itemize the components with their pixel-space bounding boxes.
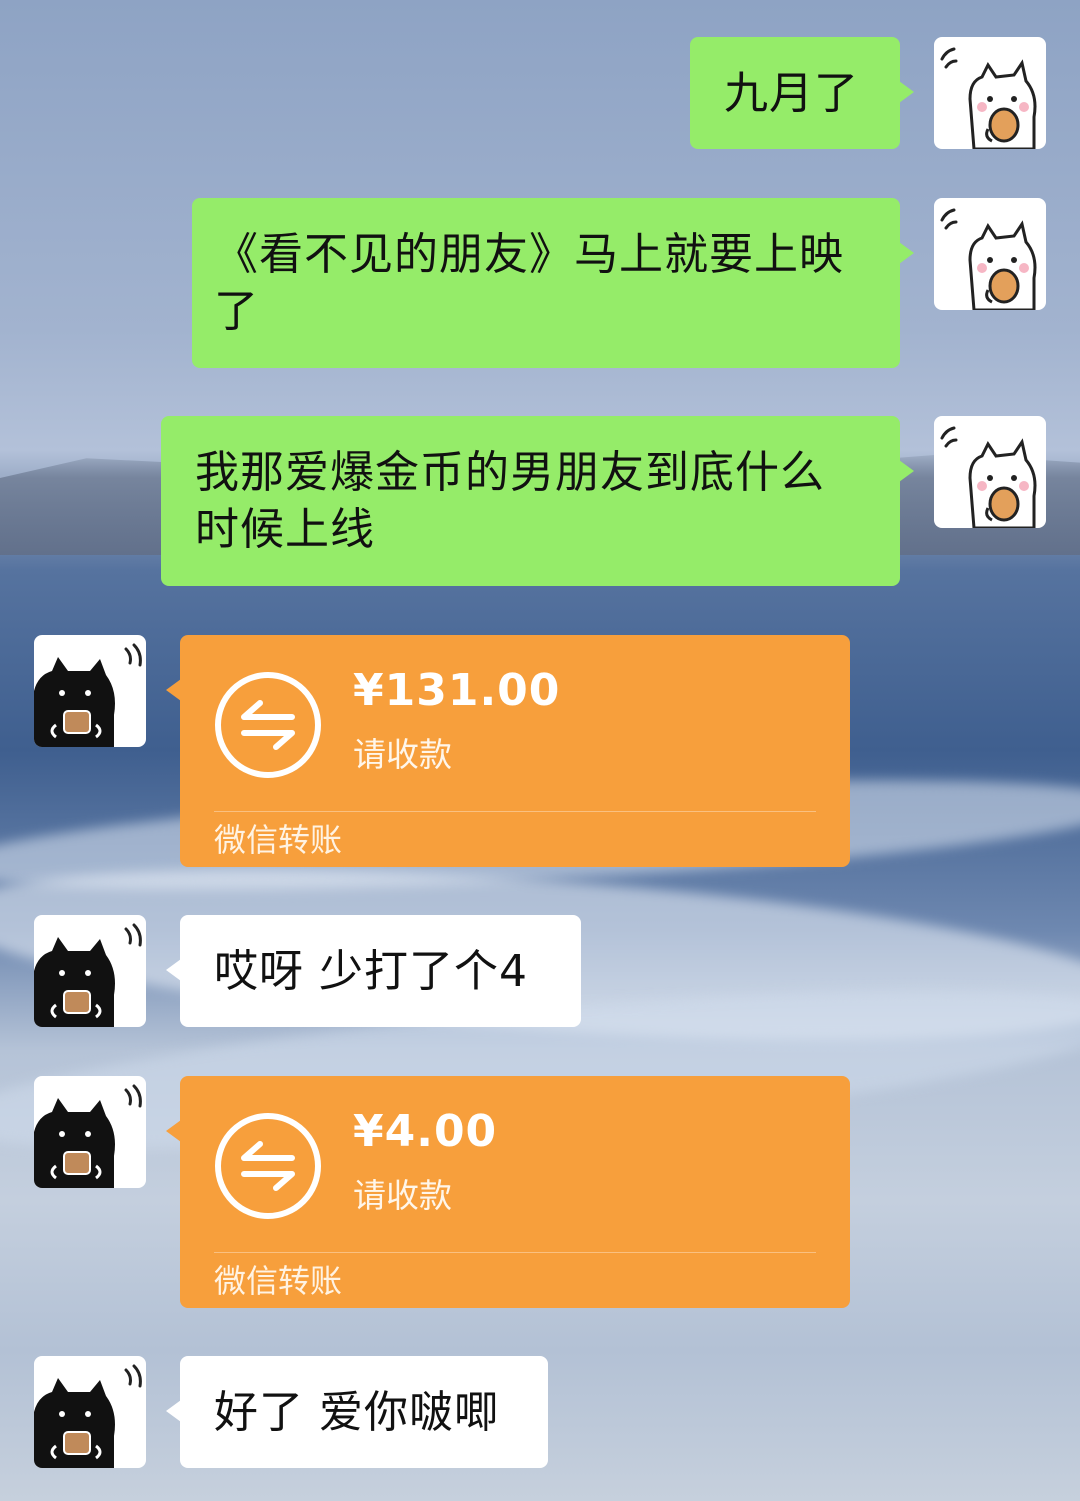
message-text: 九月了: [724, 68, 859, 119]
transfer-footer: 微信转账: [214, 1262, 343, 1300]
black-cat-avatar[interactable]: [34, 1076, 146, 1188]
black-cat-avatar[interactable]: [34, 1356, 146, 1468]
transfer-arrows-icon: [214, 1112, 322, 1220]
message-text: 《看不见的朋友》马上就要上映了: [214, 229, 844, 337]
transfer-divider: [214, 811, 816, 812]
white-cat-avatar[interactable]: [934, 198, 1046, 310]
black-cat-avatar[interactable]: [34, 635, 146, 747]
message-text: 哎呀 少打了个4: [214, 946, 528, 997]
message-bubble-outgoing[interactable]: 《看不见的朋友》马上就要上映了: [192, 198, 914, 368]
transfer-status: 请收款: [353, 735, 452, 774]
message-bubble-incoming[interactable]: 哎呀 少打了个4: [166, 915, 581, 1027]
transfer-status: 请收款: [353, 1176, 452, 1215]
transfer-arrows-icon: [214, 671, 322, 779]
white-cat-avatar[interactable]: [934, 416, 1046, 528]
transfer-footer: 微信转账: [214, 821, 343, 859]
transfer-card[interactable]: ¥4.00 请收款 微信转账: [166, 1076, 850, 1308]
message-text: 好了 爱你啵唧: [214, 1387, 499, 1438]
message-text: 我那爱爆金币的男朋友到底什么时候上线: [195, 447, 825, 555]
transfer-amount: ¥4.00: [353, 1106, 498, 1157]
black-cat-avatar[interactable]: [34, 915, 146, 1027]
transfer-card[interactable]: ¥131.00 请收款 微信转账: [166, 635, 850, 867]
transfer-divider: [214, 1252, 816, 1253]
message-bubble-incoming[interactable]: 好了 爱你啵唧: [166, 1356, 548, 1468]
white-cat-avatar[interactable]: [934, 37, 1046, 149]
message-bubble-outgoing[interactable]: 九月了: [690, 37, 914, 149]
message-bubble-outgoing[interactable]: 我那爱爆金币的男朋友到底什么时候上线: [161, 416, 914, 586]
transfer-amount: ¥131.00: [353, 665, 561, 716]
